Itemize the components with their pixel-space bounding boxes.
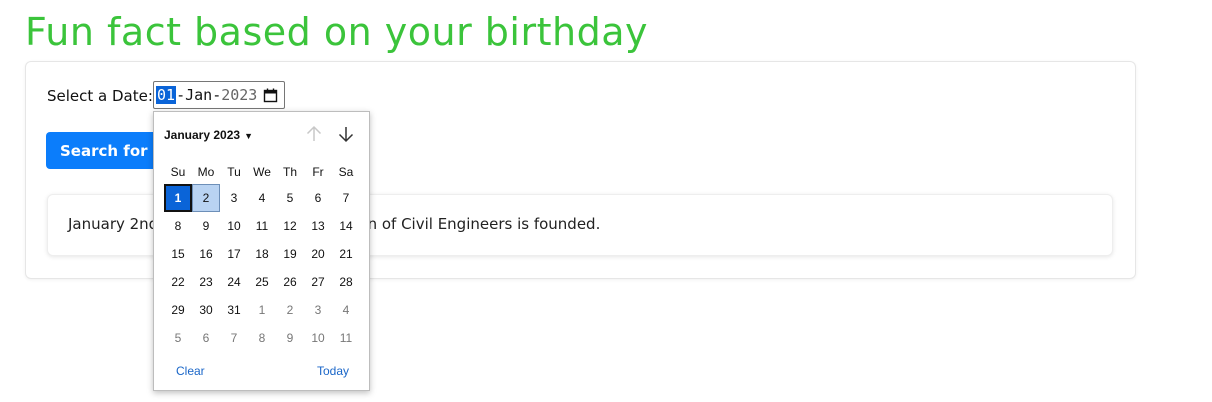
calendar-day-other-month[interactable]: 5 <box>164 324 192 352</box>
calendar-day[interactable]: 22 <box>164 268 192 296</box>
calendar-day-other-month[interactable]: 7 <box>220 324 248 352</box>
date-separator: - <box>212 86 222 104</box>
weekday-label: Th <box>282 165 297 179</box>
calendar-icon[interactable] <box>263 88 278 103</box>
calendar-day[interactable]: 9 <box>192 212 220 240</box>
weekday-label: Sa <box>338 165 354 179</box>
page-title: Fun fact based on your birthday <box>25 10 648 54</box>
calendar-day[interactable]: 27 <box>304 268 332 296</box>
calendar-day-other-month[interactable]: 8 <box>248 324 276 352</box>
weekday-label: Fr <box>312 165 324 179</box>
calendar-day-other-month[interactable]: 4 <box>332 296 360 324</box>
date-input[interactable]: 01- Jan -2023 <box>153 81 285 109</box>
caret-down-icon: ▼ <box>244 131 253 141</box>
calendar-day-other-month[interactable]: 10 <box>304 324 332 352</box>
calendar-day[interactable]: 2 <box>192 184 220 212</box>
calendar-day[interactable]: 21 <box>332 240 360 268</box>
date-day-segment[interactable]: 01 <box>156 86 177 104</box>
calendar-day[interactable]: 1 <box>164 184 192 212</box>
calendar-day-other-month[interactable]: 2 <box>276 296 304 324</box>
calendar-day[interactable]: 26 <box>276 268 304 296</box>
calendar-week-row: 1234567 <box>164 184 360 212</box>
calendar-day[interactable]: 30 <box>192 296 220 324</box>
previous-month-icon[interactable] <box>304 124 324 144</box>
weekday-label: We <box>253 165 271 179</box>
calendar-day-other-month[interactable]: 6 <box>192 324 220 352</box>
calendar-day[interactable]: 3 <box>220 184 248 212</box>
calendar-week-row: 15 16 17 18 19 20 21 <box>164 240 360 268</box>
date-year-segment[interactable]: 2023 <box>221 86 257 104</box>
calendar-week-row: 29 30 31 1 2 3 4 <box>164 296 360 324</box>
calendar-grid: Su Mo Tu We Th Fr Sa 1 2 3 4 5 6 7 8 9 10 11 12 13 14 15 16 17… <box>164 158 360 352</box>
calendar-day[interactable]: 25 <box>248 268 276 296</box>
calendar-day[interactable]: 15 <box>164 240 192 268</box>
next-month-icon[interactable] <box>336 124 356 144</box>
calendar-day[interactable]: 4 <box>248 184 276 212</box>
clear-button[interactable]: Clear <box>176 364 205 378</box>
calendar-week-row: 22 23 24 25 26 27 28 <box>164 268 360 296</box>
calendar-day[interactable]: 28 <box>332 268 360 296</box>
calendar-day-other-month[interactable]: 1 <box>248 296 276 324</box>
calendar-day[interactable]: 13 <box>304 212 332 240</box>
calendar-day[interactable]: 29 <box>164 296 192 324</box>
calendar-day-other-month[interactable]: 3 <box>304 296 332 324</box>
calendar-day[interactable]: 24 <box>220 268 248 296</box>
calendar-day[interactable]: 23 <box>192 268 220 296</box>
weekday-label: Tu <box>227 165 241 179</box>
calendar-day[interactable]: 6 <box>304 184 332 212</box>
calendar-day[interactable]: 16 <box>192 240 220 268</box>
calendar-day[interactable]: 5 <box>276 184 304 212</box>
calendar-day[interactable]: 11 <box>248 212 276 240</box>
weekday-label: Su <box>170 165 186 179</box>
date-month-segment[interactable]: Jan <box>185 86 212 104</box>
calendar-day[interactable]: 18 <box>248 240 276 268</box>
calendar-day[interactable]: 19 <box>276 240 304 268</box>
month-year-label: January 2023 <box>164 128 241 142</box>
weekday-label: Mo <box>197 165 215 179</box>
month-year-selector[interactable]: January 2023 ▼ <box>164 128 253 142</box>
calendar-popup: January 2023 ▼ Su Mo Tu We Th Fr Sa 1 2 3 4 5 6 7 8 9 10… <box>153 111 370 391</box>
calendar-week-row: 5 6 7 8 9 10 11 <box>164 324 360 352</box>
calendar-day[interactable]: 7 <box>332 184 360 212</box>
calendar-day[interactable]: 8 <box>164 212 192 240</box>
calendar-day-other-month[interactable]: 9 <box>276 324 304 352</box>
date-label: Select a Date: <box>47 87 153 105</box>
calendar-day[interactable]: 31 <box>220 296 248 324</box>
calendar-day[interactable]: 10 <box>220 212 248 240</box>
today-button[interactable]: Today <box>317 364 349 378</box>
weekday-header-row: Su Mo Tu We Th Fr Sa <box>164 158 360 184</box>
calendar-day[interactable]: 17 <box>220 240 248 268</box>
calendar-day[interactable]: 20 <box>304 240 332 268</box>
calendar-week-row: 8 9 10 11 12 13 14 <box>164 212 360 240</box>
calendar-day[interactable]: 14 <box>332 212 360 240</box>
date-separator: - <box>176 86 186 104</box>
calendar-day-other-month[interactable]: 11 <box>332 324 360 352</box>
calendar-day[interactable]: 12 <box>276 212 304 240</box>
